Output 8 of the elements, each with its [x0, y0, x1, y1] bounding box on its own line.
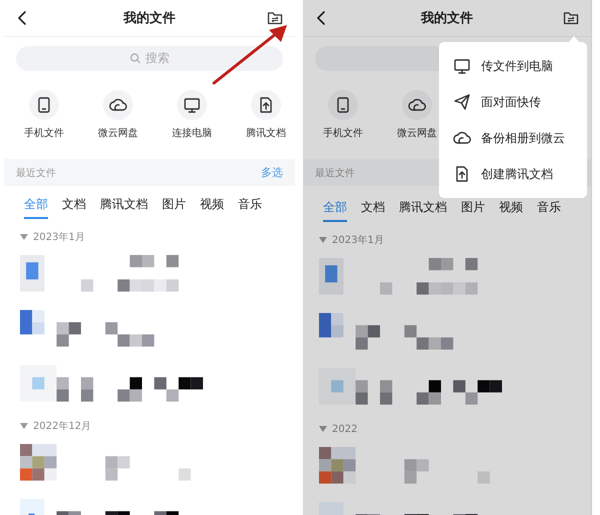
window-title: 我的文件 — [124, 10, 176, 27]
group-date: 2023年1月 — [332, 234, 384, 247]
group-date: 2023年1月 — [33, 231, 85, 244]
section-title: 最近文件 — [16, 166, 56, 180]
window-title: 我的文件 — [421, 10, 473, 27]
group-date: 2022年12月 — [33, 420, 92, 433]
group-date: 2022 — [332, 424, 358, 434]
section-title: 最近文件 — [315, 166, 355, 180]
